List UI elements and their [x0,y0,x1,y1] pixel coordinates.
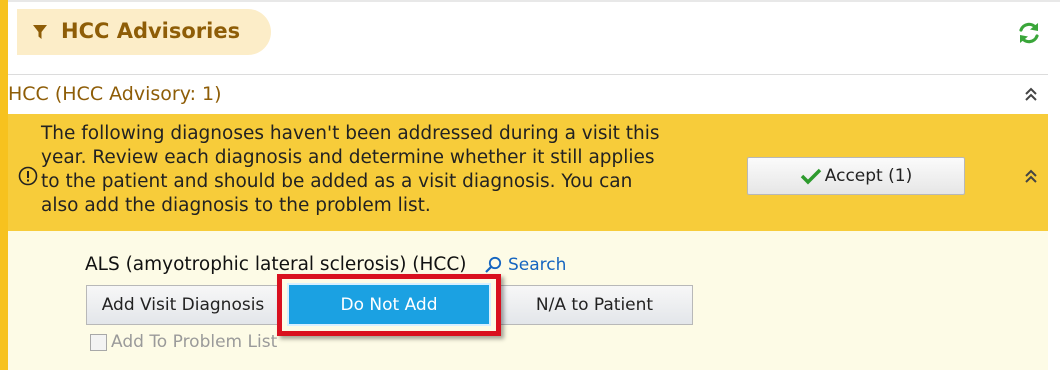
add-to-problem-list-label: Add To Problem List [111,332,278,352]
section-title[interactable]: HCC (HCC Advisory: 1) [8,83,222,105]
add-to-problem-list-option[interactable]: Add To Problem List [90,332,277,352]
exclamation-circle-icon [18,166,38,186]
filter-icon [33,25,47,39]
panel-title: HCC Advisories [61,19,241,43]
advisory-message-line: also add the diagnosis to the problem li… [41,195,431,216]
advisory-message: The following diagnoses haven't been add… [41,122,731,218]
double-chevron-up-icon[interactable] [1024,86,1038,102]
refresh-icon[interactable] [1016,20,1042,46]
do-not-add-button[interactable]: Do Not Add [287,283,491,326]
panel-left-accent-bar [0,0,8,370]
add-to-problem-list-checkbox[interactable] [90,333,107,351]
advisory-message-line: The following diagnoses haven't been add… [41,123,660,144]
search-link[interactable]: Search [484,255,566,275]
na-to-patient-button[interactable]: N/A to Patient [496,285,693,325]
top-border [8,0,1060,2]
panel-header[interactable]: HCC Advisories [17,9,271,55]
double-chevron-up-icon[interactable] [1024,168,1038,184]
header-divider [8,74,1048,75]
advisory-message-line: year. Review each diagnosis and determin… [41,147,655,168]
advisory-message-line: to the patient and should be added as a … [41,171,633,192]
add-visit-diagnosis-button[interactable]: Add Visit Diagnosis [86,285,280,325]
search-label: Search [508,255,567,275]
diagnosis-name: ALS (amyotrophic lateral sclerosis) (HCC… [85,254,467,275]
accept-label: Accept (1) [824,166,913,186]
accept-button[interactable]: Accept (1) [747,157,965,195]
checkmark-icon [800,168,822,185]
search-icon [485,256,502,273]
advisory-banner: The following diagnoses haven't been add… [8,114,1048,231]
